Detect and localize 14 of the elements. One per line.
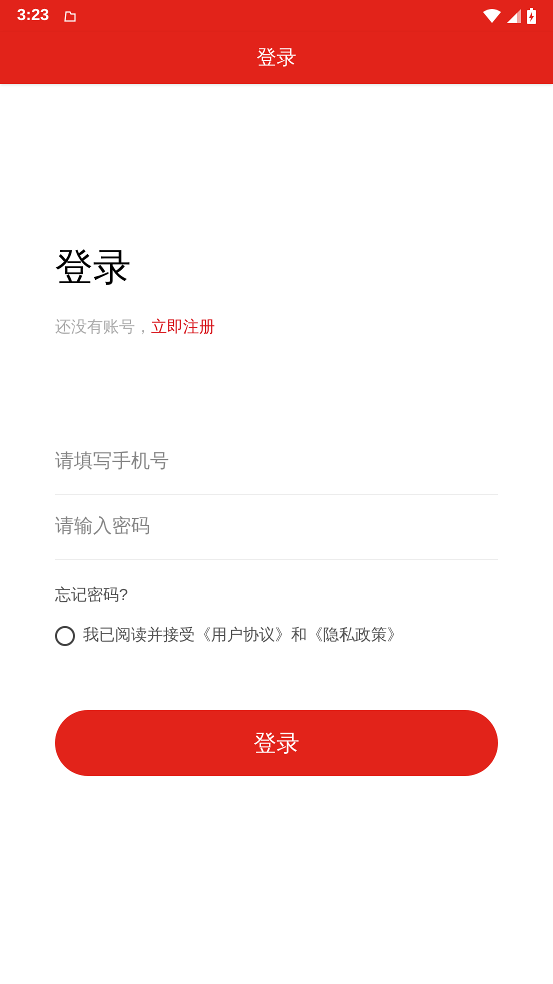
signal-icon xyxy=(507,9,521,23)
app-bar-title: 登录 xyxy=(256,46,296,71)
agreement-checkbox[interactable] xyxy=(55,626,75,646)
login-button[interactable]: 登录 xyxy=(55,710,498,776)
input-field[interactable]: 请填写手机号 xyxy=(55,430,498,495)
input-field[interactable]: 请输入密码 xyxy=(55,495,498,560)
clock: 3:23 xyxy=(17,6,50,26)
forgot-password-link[interactable]: 忘记密码? xyxy=(55,584,128,608)
battery-icon xyxy=(527,8,536,24)
wifi-icon xyxy=(483,9,501,23)
agreement-text: 我已阅读并接受《用户协议》和《隐私政策》 xyxy=(83,626,403,646)
register-link[interactable]: 立即注册 xyxy=(151,316,215,340)
page-heading: 登录 xyxy=(55,246,132,291)
register-prompt: 还没有账号， xyxy=(55,318,151,338)
